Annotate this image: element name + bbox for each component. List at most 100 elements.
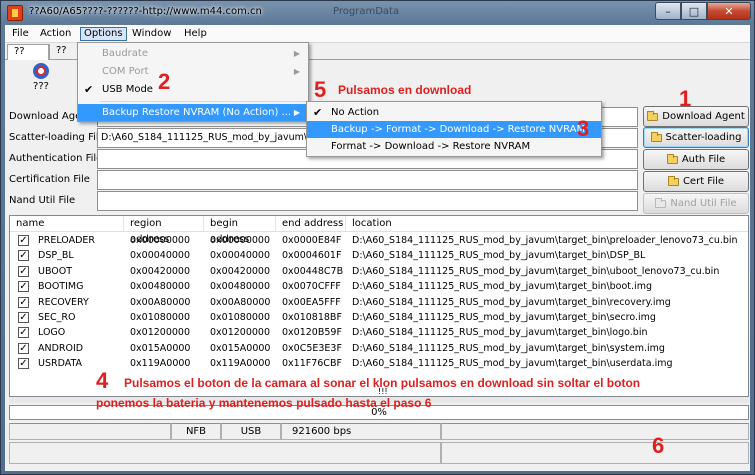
- menu-item-usb-mode[interactable]: ✔ USB Mode: [78, 81, 308, 98]
- maximize-button[interactable]: □: [681, 2, 707, 20]
- nand-util-file-button[interactable]: Nand Util File: [643, 193, 749, 214]
- menu-item-baudrate-label: Baudrate: [102, 48, 148, 59]
- nvram-submenu: ✔ No Action Backup -> Format -> Download…: [306, 101, 602, 157]
- cell-name: DSP_BL: [38, 250, 74, 262]
- status-lower-cell-1: [9, 442, 441, 464]
- cell-location: D:\A60_S184_111125_RUS_mod_by_javum\targ…: [352, 358, 673, 370]
- cell-begin: 0x00480000: [210, 281, 271, 293]
- status-baudrate: 921600 bps: [281, 423, 441, 440]
- column-begin-address[interactable]: begin address: [204, 216, 276, 245]
- cell-begin: 0x01200000: [210, 327, 271, 339]
- cell-end: 0x0070CFFF: [282, 281, 341, 293]
- table-row[interactable]: ✓ BOOTIMG 0x00480000 0x00480000 0x0070CFFF D:…: [10, 279, 748, 294]
- cell-region: 0x01080000: [130, 312, 191, 323]
- menu-file[interactable]: File: [9, 27, 32, 41]
- minimize-button[interactable]: –: [655, 2, 681, 20]
- app-icon: [7, 5, 23, 21]
- window-controls: – □ ✕: [655, 2, 751, 20]
- cell-name: UBOOT: [38, 265, 73, 277]
- menu-item-baudrate[interactable]: Baudrate ▶: [78, 45, 308, 62]
- cell-end: 0x00EA5FFF: [282, 296, 341, 308]
- table-header: name region address begin address end ad…: [10, 216, 748, 245]
- cell-location: D:\A60_S184_111125_RUS_mod_by_javum\targ…: [352, 235, 738, 246]
- column-name[interactable]: name: [10, 216, 124, 232]
- menu-separator: [100, 101, 306, 102]
- submenu-item-backup-format-download-restore[interactable]: Backup -> Format -> Download -> Restore …: [307, 121, 601, 138]
- submenu-item-format-download-restore[interactable]: Format -> Download -> Restore NVRAM: [307, 138, 601, 155]
- cell-location: D:\A60_S184_111125_RUS_mod_by_javum\targ…: [352, 250, 646, 262]
- tab-1[interactable]: ??: [7, 44, 49, 60]
- table-row[interactable]: ✓ PRELOADER 0x00000000 0x00000000 0x0000E84F…: [10, 233, 748, 248]
- row-checkbox[interactable]: ✓: [18, 281, 29, 293]
- cell-region: 0x00040000: [130, 250, 191, 262]
- menu-item-com-port-label: COM Port: [102, 66, 149, 77]
- table-scroll-marker: !!!: [378, 387, 388, 396]
- status-lower-cell-2: [441, 442, 749, 464]
- folder-icon: [666, 153, 678, 164]
- menu-help[interactable]: Help: [181, 27, 210, 41]
- table-row[interactable]: ✓ SEC_RO 0x01080000 0x01080000 0x010818BF D:\…: [10, 310, 748, 325]
- folder-icon: [655, 197, 667, 208]
- table-row[interactable]: ✓ USRDATA 0x119A0000 0x119A0000 0x11F76CBF D:…: [10, 356, 748, 371]
- partition-table[interactable]: name region address begin address end ad…: [9, 215, 749, 397]
- download-toolbar-button[interactable]: ???: [11, 61, 71, 95]
- table-row[interactable]: ✓ DSP_BL 0x00040000 0x00040000 0x0004601F D:\…: [10, 248, 748, 263]
- folder-icon: [647, 110, 659, 121]
- annotation-step5-text: Pulsamos en download: [338, 83, 472, 97]
- column-region-address[interactable]: region address: [124, 216, 204, 245]
- row-checkbox[interactable]: ✓: [18, 235, 29, 246]
- cell-location: D:\A60_S184_111125_RUS_mod_by_javum\targ…: [352, 327, 648, 339]
- download-icon: [33, 63, 49, 79]
- status-cell-1: [9, 423, 171, 440]
- cell-end: 0x0120B59F: [282, 327, 342, 339]
- auth-file-button[interactable]: Auth File: [643, 149, 749, 170]
- cell-location: D:\A60_S184_111125_RUS_mod_by_javum\targ…: [352, 265, 720, 277]
- certification-field[interactable]: [97, 170, 638, 190]
- menu-window[interactable]: Window: [129, 27, 174, 41]
- table-row[interactable]: ✓ LOGO 0x01200000 0x01200000 0x0120B59F D:\A6…: [10, 325, 748, 340]
- title-bar[interactable]: ??A60/A65????-??????-http://www.m44.com.…: [1, 1, 754, 25]
- cell-region: 0x00420000: [130, 265, 191, 277]
- scatter-loading-button-label: Scatter-loading: [665, 132, 742, 143]
- table-row[interactable]: ✓ RECOVERY 0x00A80000 0x00A80000 0x00EA5FFF D…: [10, 295, 748, 310]
- menu-action[interactable]: Action: [37, 27, 74, 41]
- table-row[interactable]: ✓ UBOOT 0x00420000 0x00420000 0x00448C7B D:\A…: [10, 264, 748, 279]
- annotation-step4-line2: ponemos la bateria y mantenemos pulsado …: [96, 396, 432, 410]
- table-row[interactable]: ✓ ANDROID 0x015A0000 0x015A0000 0x0C5E3E3F D:…: [10, 341, 748, 356]
- row-checkbox[interactable]: ✓: [18, 265, 29, 277]
- background-window-title: ProgramData: [333, 6, 400, 17]
- nand-util-field[interactable]: [97, 191, 638, 211]
- menu-item-backup-restore-nvram[interactable]: Backup Restore NVRAM (No Action) ... ▶: [78, 104, 308, 121]
- annotation-number-1: 1: [679, 86, 692, 111]
- row-checkbox[interactable]: ✓: [18, 250, 29, 262]
- cell-region: 0x01200000: [130, 327, 191, 339]
- menu-item-com-port[interactable]: COM Port ▶: [78, 63, 308, 80]
- column-location[interactable]: location: [346, 216, 748, 232]
- menu-options[interactable]: Options: [80, 27, 127, 41]
- submenu-item-no-action[interactable]: ✔ No Action: [307, 104, 601, 121]
- close-button[interactable]: ✕: [707, 2, 751, 20]
- scatter-loading-button[interactable]: Scatter-loading: [643, 127, 749, 148]
- row-checkbox[interactable]: ✓: [18, 327, 29, 339]
- menu-bar: File Action Options Window Help: [5, 25, 750, 43]
- cell-location: D:\A60_S184_111125_RUS_mod_by_javum\targ…: [352, 281, 652, 293]
- row-checkbox[interactable]: ✓: [18, 358, 29, 370]
- checkmark-icon: ✔: [313, 106, 323, 119]
- status-bar: NFB USB 921600 bps: [9, 423, 749, 467]
- cell-end: 0x010818BF: [282, 312, 342, 323]
- download-agent-button[interactable]: Download Agent: [643, 106, 749, 127]
- cell-name: LOGO: [38, 327, 66, 339]
- column-end-address[interactable]: end address: [276, 216, 346, 232]
- cell-region: 0x00A80000: [130, 296, 191, 308]
- cell-begin: 0x00040000: [210, 250, 271, 262]
- submenu-item-format-download-restore-label: Format -> Download -> Restore NVRAM: [331, 141, 531, 152]
- cert-file-button[interactable]: Cert File: [643, 171, 749, 192]
- annotation-number-2: 2: [158, 69, 171, 94]
- status-cell-5: [441, 423, 749, 440]
- row-checkbox[interactable]: ✓: [18, 296, 29, 308]
- row-checkbox[interactable]: ✓: [18, 342, 29, 354]
- cell-location: D:\A60_S184_111125_RUS_mod_by_javum\targ…: [352, 342, 665, 354]
- cell-region: 0x119A0000: [130, 358, 191, 370]
- row-checkbox[interactable]: ✓: [18, 312, 29, 323]
- cell-end: 0x0004601F: [282, 250, 342, 262]
